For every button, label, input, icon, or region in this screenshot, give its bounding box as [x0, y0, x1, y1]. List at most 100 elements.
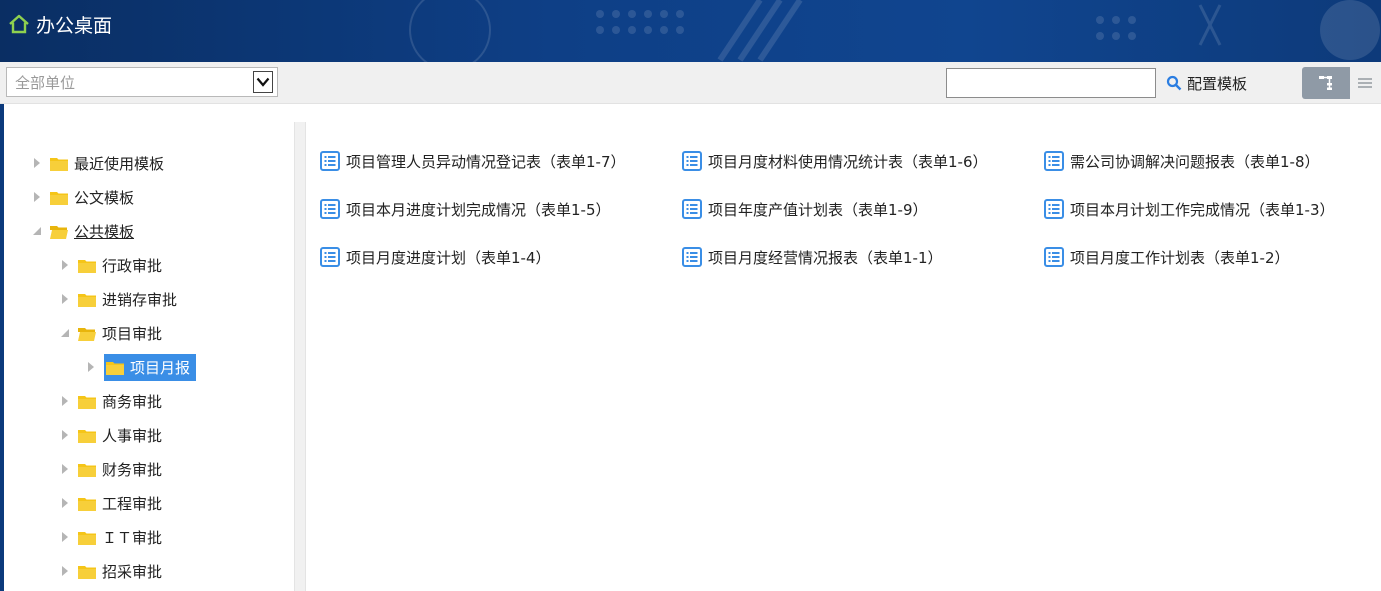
form-template-item[interactable]: 项目月度工作计划表（表单1-2）: [1044, 244, 1290, 270]
tree-item-engineering[interactable]: 工程审批: [58, 490, 164, 516]
header-decoration-right: [1096, 0, 1380, 60]
form-template-item[interactable]: 项目月度经营情况报表（表单1-1）: [682, 244, 943, 270]
expand-arrow-icon[interactable]: [58, 530, 72, 544]
folder-icon: [78, 259, 96, 273]
form-template-item[interactable]: 需公司协调解决问题报表（表单1-8）: [1044, 148, 1320, 174]
form-template-label: 项目年度产值计划表（表单1-9）: [708, 200, 928, 219]
form-list-icon: [1044, 247, 1064, 267]
form-list-icon: [1044, 151, 1064, 171]
folder-icon: [78, 565, 96, 579]
selected-node-highlight: 项目月报: [104, 353, 197, 381]
expand-arrow-icon[interactable]: [58, 292, 72, 306]
form-template-label: 项目本月计划工作完成情况（表单1-3）: [1070, 200, 1335, 219]
collapse-arrow-icon[interactable]: [30, 224, 44, 238]
form-template-item[interactable]: 项目月度进度计划（表单1-4）: [320, 244, 551, 270]
tree-item-label: 工程审批: [102, 494, 163, 513]
tree-item-label: 最近使用模板: [74, 154, 165, 173]
tree-item-it[interactable]: ＩＴ审批: [58, 524, 164, 550]
header-decoration: [409, 0, 803, 62]
folder-icon: [78, 497, 96, 511]
config-template-label: 配置模板: [1187, 74, 1248, 93]
view-toggle: [1302, 67, 1381, 99]
tree-item-label: 商务审批: [102, 392, 163, 411]
expand-arrow-icon[interactable]: [30, 190, 44, 204]
folder-icon: [106, 361, 124, 375]
folder-icon: [78, 293, 96, 307]
tree-item-label: 公共模板: [74, 222, 135, 241]
tree-item-label: 公文模板: [74, 188, 135, 207]
tree-item-hr[interactable]: 人事审批: [58, 422, 164, 448]
home-icon[interactable]: [8, 13, 30, 35]
folder-icon: [78, 463, 96, 477]
expand-arrow-icon[interactable]: [30, 156, 44, 170]
tree-item-procurement[interactable]: 招采审批: [58, 558, 164, 584]
tree-item-label: 进销存审批: [102, 290, 178, 309]
folder-icon: [78, 429, 96, 443]
form-template-label: 项目月度进度计划（表单1-4）: [346, 248, 551, 267]
expand-arrow-icon[interactable]: [58, 258, 72, 272]
form-template-label: 需公司协调解决问题报表（表单1-8）: [1070, 152, 1320, 171]
form-list-icon: [320, 247, 340, 267]
tree-view-button[interactable]: [1302, 67, 1350, 99]
tree-view-icon: [1319, 76, 1332, 90]
form-template-label: 项目月度材料使用情况统计表（表单1-6）: [708, 152, 988, 171]
tree-item-label: 财务审批: [102, 460, 163, 479]
tree-item-business[interactable]: 商务审批: [58, 388, 164, 414]
form-template-item[interactable]: 项目月度材料使用情况统计表（表单1-6）: [682, 148, 988, 174]
collapse-arrow-icon[interactable]: [58, 326, 72, 340]
form-template-item[interactable]: 项目本月进度计划完成情况（表单1-5）: [320, 196, 611, 222]
tree-item-label: 项目月报: [130, 358, 191, 377]
tree-item-label: 项目审批: [102, 324, 163, 343]
expand-arrow-icon[interactable]: [58, 394, 72, 408]
config-template-button[interactable]: 配置模板: [1166, 70, 1247, 96]
form-template-label: 项目管理人员异动情况登记表（表单1-7）: [346, 152, 626, 171]
tree-item-official-doc[interactable]: 公文模板: [30, 184, 136, 210]
form-list-icon: [682, 151, 702, 171]
tree-item-inventory[interactable]: 进销存审批: [58, 286, 179, 312]
search-icon: [1166, 75, 1182, 91]
toolbar: 全部单位 配置模板: [0, 62, 1381, 104]
tree-item-public[interactable]: 公共模板: [30, 218, 136, 244]
template-tree: 最近使用模板 公文模板 公共模板 行政审批 进销存审批 项目审批 项目月报 商务…: [4, 104, 294, 591]
form-template-label: 项目月度经营情况报表（表单1-1）: [708, 248, 943, 267]
form-template-item[interactable]: 项目本月计划工作完成情况（表单1-3）: [1044, 196, 1335, 222]
form-list-icon: [320, 199, 340, 219]
tree-item-recent[interactable]: 最近使用模板: [30, 150, 166, 176]
folder-icon: [78, 531, 96, 545]
list-view-icon: [1358, 78, 1372, 88]
form-template-item[interactable]: 项目年度产值计划表（表单1-9）: [682, 196, 928, 222]
form-template-label: 项目月度工作计划表（表单1-2）: [1070, 248, 1290, 267]
tree-item-label: 行政审批: [102, 256, 163, 275]
tree-item-label: 招采审批: [102, 562, 163, 581]
tree-item-finance[interactable]: 财务审批: [58, 456, 164, 482]
folder-open-icon: [78, 327, 96, 341]
folder-icon: [50, 191, 68, 205]
search-input[interactable]: [946, 68, 1156, 98]
tree-item-label: 人事审批: [102, 426, 163, 445]
unit-select[interactable]: 全部单位: [6, 67, 278, 97]
tree-item-project[interactable]: 项目审批: [58, 320, 164, 346]
expand-arrow-icon[interactable]: [58, 564, 72, 578]
expand-arrow-icon[interactable]: [84, 360, 98, 374]
list-view-button[interactable]: [1350, 67, 1381, 99]
folder-icon: [78, 395, 96, 409]
tree-item-admin[interactable]: 行政审批: [58, 252, 164, 278]
form-list-icon: [320, 151, 340, 171]
template-list: 项目管理人员异动情况登记表（表单1-7） 项目月度材料使用情况统计表（表单1-6…: [306, 122, 1381, 591]
form-list-icon: [682, 247, 702, 267]
form-list-icon: [682, 199, 702, 219]
expand-arrow-icon[interactable]: [58, 496, 72, 510]
form-template-item[interactable]: 项目管理人员异动情况登记表（表单1-7）: [320, 148, 626, 174]
panel-splitter[interactable]: [294, 122, 306, 591]
app-header: 办公桌面: [0, 0, 1381, 62]
folder-open-icon: [50, 225, 68, 239]
expand-arrow-icon[interactable]: [58, 428, 72, 442]
tree-item-label: ＩＴ审批: [102, 528, 163, 547]
chevron-down-icon[interactable]: [253, 71, 273, 93]
tree-item-project-monthly[interactable]: 项目月报: [84, 353, 197, 381]
expand-arrow-icon[interactable]: [58, 462, 72, 476]
header-title: 办公桌面: [8, 10, 112, 38]
form-template-label: 项目本月进度计划完成情况（表单1-5）: [346, 200, 611, 219]
form-list-icon: [1044, 199, 1064, 219]
header-title-text: 办公桌面: [36, 14, 113, 37]
